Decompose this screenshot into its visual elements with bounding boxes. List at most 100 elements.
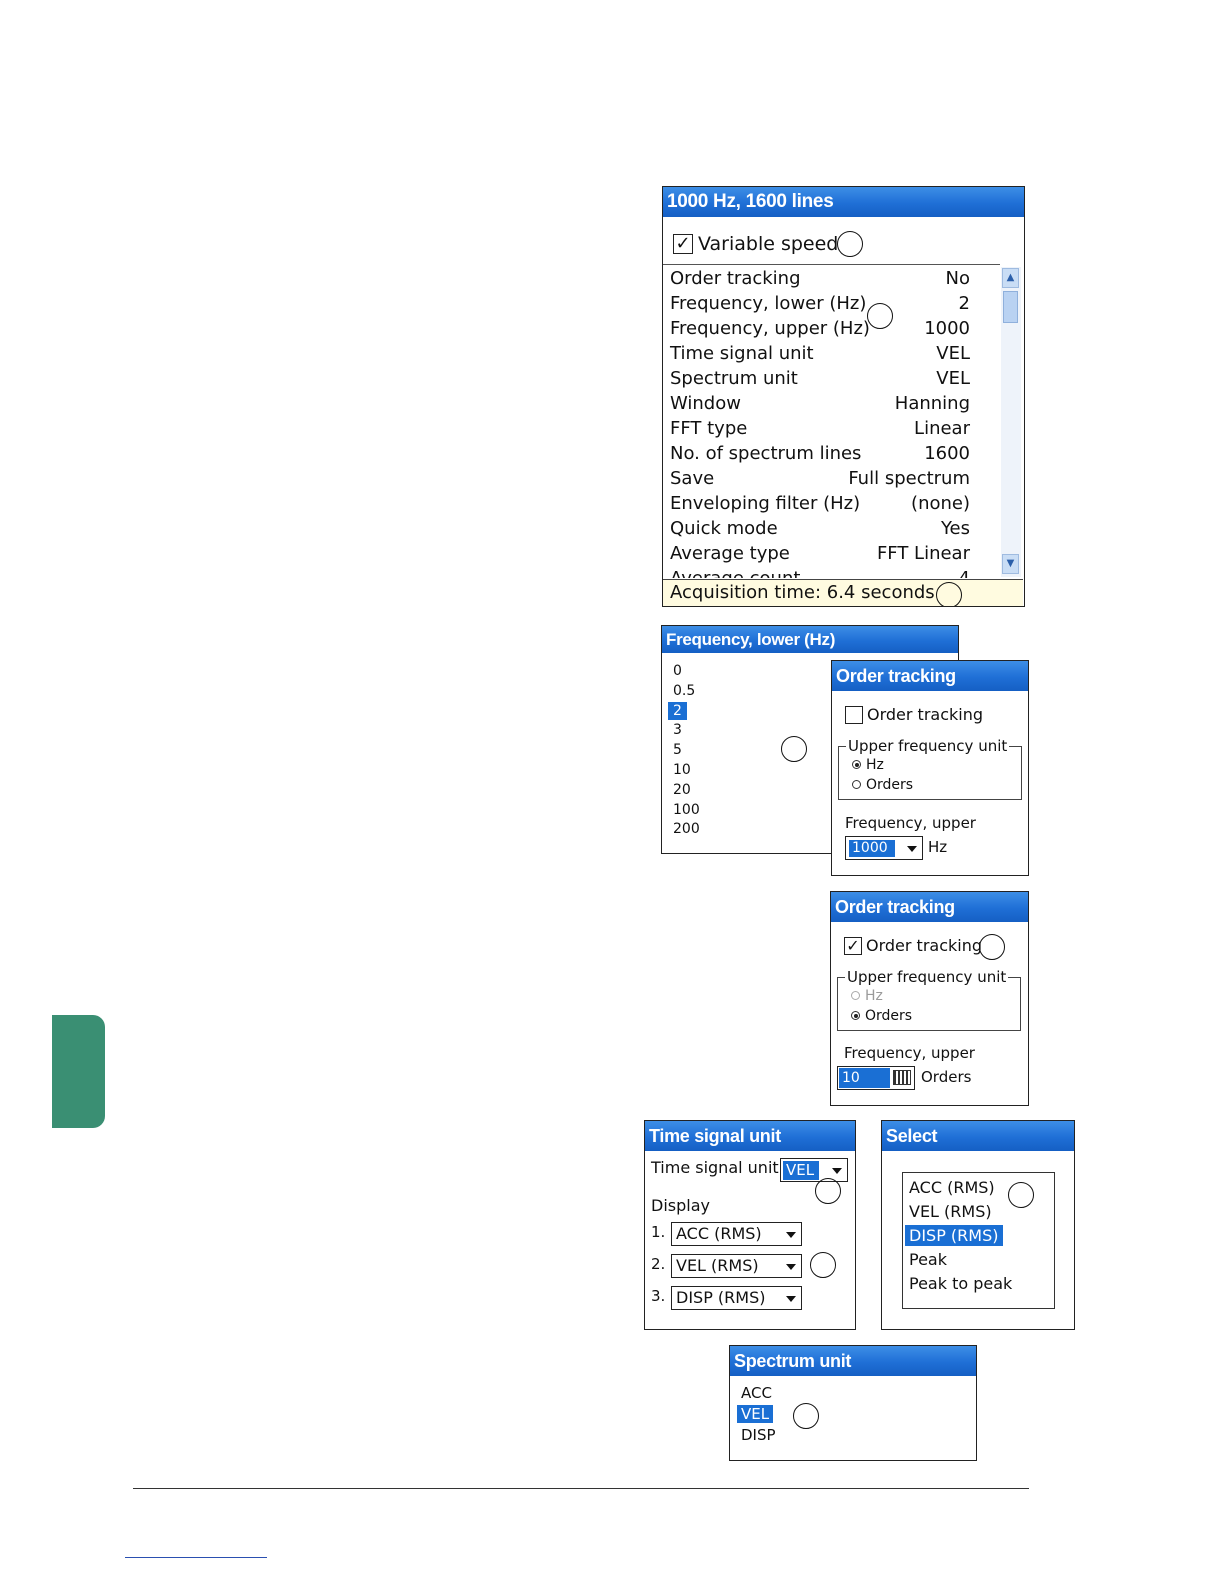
setting-key: No. of spectrum lines xyxy=(670,443,862,464)
frequency-option[interactable]: 10 xyxy=(668,761,696,779)
frequency-option[interactable]: 3 xyxy=(668,721,687,739)
select-option[interactable]: Peak to peak xyxy=(905,1273,1016,1294)
chevron-down-icon xyxy=(907,846,917,852)
setting-row[interactable]: Order tracking No xyxy=(670,266,970,291)
setting-row[interactable]: Window Hanning xyxy=(670,391,970,416)
radio-orders[interactable] xyxy=(851,1011,860,1020)
setting-row[interactable]: Spectrum unit VEL xyxy=(670,366,970,391)
chapter-side-tab xyxy=(52,1015,105,1128)
frequency-option[interactable]: 200 xyxy=(668,820,705,838)
setting-row[interactable]: Average type FFT Linear xyxy=(670,541,970,566)
setting-row[interactable]: Average count 4 xyxy=(670,566,970,578)
divider xyxy=(663,264,1000,265)
display-label: Display xyxy=(651,1196,710,1215)
setting-value: (none) xyxy=(911,493,970,514)
scroll-up-icon[interactable]: ▲ xyxy=(1002,268,1019,288)
select-title: Select xyxy=(882,1121,1074,1151)
frequency-option[interactable]: 100 xyxy=(668,801,705,819)
setting-key: Spectrum unit xyxy=(670,368,798,389)
setting-row[interactable]: Frequency, upper (Hz) 1000 xyxy=(670,316,970,341)
setting-key: Enveloping filter (Hz) xyxy=(670,493,861,514)
display-dropdown[interactable]: DISP (RMS) xyxy=(671,1286,802,1310)
frequency-upper-dropdown[interactable]: 1000 xyxy=(845,836,923,860)
setting-key: Order tracking xyxy=(670,268,801,289)
setting-row[interactable]: Frequency, lower (Hz) 2 xyxy=(670,291,970,316)
setting-row[interactable]: Quick mode Yes xyxy=(670,516,970,541)
order-tracking-label: Order tracking xyxy=(866,936,983,955)
setting-row[interactable]: Save Full spectrum xyxy=(670,466,970,491)
chevron-down-icon xyxy=(786,1264,796,1270)
setting-key: Frequency, upper (Hz) xyxy=(670,318,870,339)
group-label: Upper frequency unit xyxy=(845,968,1009,986)
setting-key: Quick mode xyxy=(670,518,778,539)
callout-marker xyxy=(815,1178,841,1204)
setting-value: Hanning xyxy=(894,393,970,414)
radio-hz[interactable] xyxy=(852,760,861,769)
setting-key: Time signal unit xyxy=(670,343,814,364)
footer-link-underline xyxy=(125,1557,267,1558)
spectrum-option[interactable]: DISP xyxy=(737,1426,780,1444)
setting-row[interactable]: Enveloping filter (Hz) (none) xyxy=(670,491,970,516)
setting-value: 1000 xyxy=(924,318,970,339)
frequency-option[interactable]: 5 xyxy=(668,741,687,759)
setting-row[interactable]: FFT type Linear xyxy=(670,416,970,441)
frequency-option[interactable]: 0 xyxy=(668,662,687,680)
radio-orders[interactable] xyxy=(852,780,861,789)
display-dropdown[interactable]: VEL (RMS) xyxy=(671,1254,802,1278)
setting-value: 2 xyxy=(958,293,970,314)
main-dialog-title: 1000 Hz, 1600 lines xyxy=(663,187,1024,217)
chevron-down-icon xyxy=(786,1232,796,1238)
setting-key: Frequency, lower (Hz) xyxy=(670,293,867,314)
setting-row[interactable]: Time signal unit VEL xyxy=(670,341,970,366)
frequency-option[interactable]: 20 xyxy=(668,781,696,799)
scroll-down-icon[interactable]: ▼ xyxy=(1002,554,1019,574)
select-option[interactable]: VEL (RMS) xyxy=(905,1201,996,1222)
callout-marker xyxy=(837,231,863,257)
spectrum-unit-dialog: Spectrum unit ACC VEL DISP xyxy=(729,1345,977,1461)
frequency-option[interactable]: 0.5 xyxy=(668,682,700,700)
order-tracking-dialog-off: Order tracking Order tracking Upper freq… xyxy=(831,660,1029,876)
group-label: Upper frequency unit xyxy=(846,737,1010,755)
frequency-option[interactable]: 2 xyxy=(668,701,687,720)
setting-value: No xyxy=(945,268,970,289)
select-dialog: Select ACC (RMS) VEL (RMS) DISP (RMS) Peak P… xyxy=(881,1120,1075,1330)
spectrum-option[interactable]: VEL xyxy=(737,1405,774,1423)
spectrum-option[interactable]: ACC xyxy=(737,1384,776,1402)
select-option[interactable]: Peak xyxy=(905,1249,951,1270)
time-signal-unit-dropdown[interactable]: VEL xyxy=(780,1158,848,1182)
display-value: DISP (RMS) xyxy=(676,1288,766,1307)
time-signal-unit-value: VEL xyxy=(783,1161,819,1180)
callout-marker xyxy=(1008,1182,1034,1208)
setting-key: Average count xyxy=(670,566,800,578)
list-scrollbar[interactable]: ▲ ▼ xyxy=(1001,267,1021,577)
radio-hz[interactable] xyxy=(851,991,860,1000)
callout-marker xyxy=(867,303,893,329)
time-signal-unit-dialog: Time signal unit Time signal unit: VEL D… xyxy=(644,1120,856,1330)
scroll-thumb[interactable] xyxy=(1003,291,1018,323)
setting-key: Window xyxy=(670,393,741,414)
display-item-number: 1. xyxy=(651,1223,666,1241)
order-tracking-title: Order tracking xyxy=(831,892,1028,922)
display-dropdown[interactable]: ACC (RMS) xyxy=(671,1222,802,1246)
chevron-down-icon xyxy=(832,1168,842,1174)
keyboard-icon[interactable] xyxy=(893,1070,911,1085)
order-tracking-checkbox[interactable] xyxy=(845,706,863,724)
select-option[interactable]: DISP (RMS) xyxy=(905,1225,1003,1246)
frequency-upper-label: Frequency, upper xyxy=(844,1044,975,1062)
setting-row[interactable]: No. of spectrum lines 1600 xyxy=(670,441,970,466)
callout-marker xyxy=(781,736,807,762)
variable-speed-checkbox[interactable]: ✓ xyxy=(673,234,693,254)
setting-value: Linear xyxy=(914,418,970,439)
order-tracking-checkbox[interactable]: ✓ xyxy=(844,937,862,955)
display-value: ACC (RMS) xyxy=(676,1224,762,1243)
select-option[interactable]: ACC (RMS) xyxy=(905,1177,999,1198)
time-signal-unit-title: Time signal unit xyxy=(645,1121,855,1151)
callout-marker xyxy=(793,1403,819,1429)
frequency-upper-input[interactable]: 10 xyxy=(837,1066,915,1090)
spectrum-unit-title: Spectrum unit xyxy=(730,1346,976,1376)
callout-marker xyxy=(936,582,962,606)
callout-marker xyxy=(810,1252,836,1278)
setting-value: 4 xyxy=(959,566,970,578)
frequency-upper-value: 10 xyxy=(839,1068,890,1088)
settings-list[interactable]: Order tracking No Frequency, lower (Hz) 2 Fr… xyxy=(663,266,1000,578)
